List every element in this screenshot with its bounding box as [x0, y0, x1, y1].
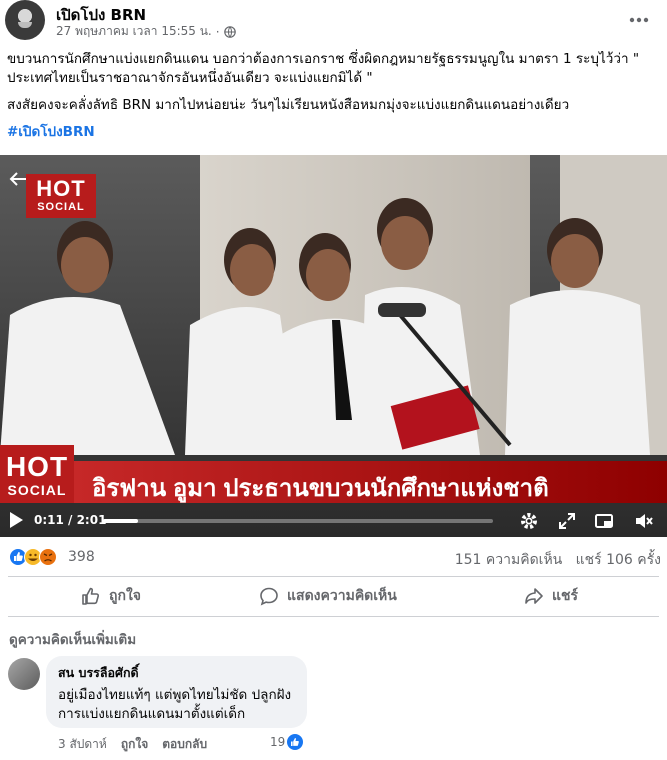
comment-bubble-icon — [260, 587, 278, 606]
post-header: เปิดโปง BRN 27 พฤษภาคม เวลา 15:55 น. · — [0, 0, 667, 44]
thumbs-up-icon — [82, 587, 100, 605]
post-paragraph: สงสัยคงจะคลั่งลัทธิ BRN มากไปหน่อยน่ะ วั… — [7, 97, 570, 113]
post-paragraph: ขบวนการนักศึกษาแบ่งแยกดินแดน บอกว่าต้องก… — [7, 51, 640, 86]
like-label: ถูกใจ — [109, 588, 141, 604]
meta-separator: · — [215, 24, 220, 39]
like-button[interactable]: ถูกใจ — [81, 582, 141, 610]
video-caption: อิรฟาน อูมา ประธานขบวนนักศึกษาแห่งชาติ — [92, 475, 549, 502]
logo-hot-text: HOT — [36, 176, 86, 201]
back-arrow-icon[interactable] — [8, 169, 28, 189]
commenter-avatar[interactable] — [8, 658, 40, 690]
comment-bubble: สน บรรลือศักดิ์ อยู่เมืองไทยแท้ๆ แต่พูดไ… — [46, 656, 307, 728]
reaction-count[interactable]: 398 — [68, 549, 95, 565]
video-controls: 0:11 / 2:01 — [0, 505, 667, 537]
comment-like-button[interactable]: ถูกใจ — [121, 735, 148, 754]
comment-like-count[interactable]: 19 — [270, 734, 304, 750]
share-count[interactable]: แชร์ 106 ครั้ง — [576, 552, 661, 568]
video-progress-bar[interactable] — [103, 519, 493, 523]
more-options-button[interactable] — [625, 6, 653, 34]
divider — [8, 576, 659, 577]
comment-button[interactable]: แสดงความคิดเห็น — [259, 582, 397, 610]
comment-reply-button[interactable]: ตอบกลับ — [162, 735, 207, 754]
comment-like-number: 19 — [270, 735, 286, 749]
engagement-bar: 398 151 ความคิดเห็น แชร์ 106 ครั้ง — [0, 540, 667, 574]
post-meta: 27 พฤษภาคม เวลา 15:55 น. · — [56, 22, 236, 41]
mute-icon[interactable] — [634, 511, 654, 531]
more-dots-icon — [629, 17, 649, 23]
video-time: 0:11 / 2:01 — [34, 513, 107, 527]
fullscreen-icon[interactable] — [557, 511, 577, 531]
picture-in-picture-icon[interactable] — [594, 511, 614, 531]
comment-count[interactable]: 151 ความคิดเห็น — [455, 552, 563, 568]
post-date[interactable]: 27 พฤษภาคม เวลา 15:55 น. — [56, 22, 212, 41]
comment-age[interactable]: 3 สัปดาห์ — [58, 735, 107, 754]
comment-author[interactable]: สน บรรลือศักดิ์ — [58, 663, 295, 683]
hot-social-logo: HOT SOCIAL — [26, 174, 96, 218]
comment-meta: 3 สัปดาห์ ถูกใจ ตอบกลับ — [58, 735, 207, 754]
divider — [8, 616, 659, 617]
share-arrow-icon — [525, 588, 543, 604]
post-stats: 151 ความคิดเห็น แชร์ 106 ครั้ง — [455, 549, 661, 571]
video-progress-fill — [103, 519, 139, 523]
share-label: แชร์ — [552, 588, 579, 604]
view-more-comments-link[interactable]: ดูความคิดเห็นเพิ่มเติม — [9, 628, 136, 650]
comment-label: แสดงความคิดเห็น — [287, 588, 397, 604]
globe-icon — [223, 25, 236, 38]
post-actions: ถูกใจ แสดงความคิดเห็น แชร์ — [0, 578, 667, 614]
settings-gear-icon[interactable] — [519, 511, 539, 531]
hashtag-link[interactable]: #เปิดโปงBRN — [7, 124, 95, 140]
hot-social-logo-bottom: HOT SOCIAL — [0, 445, 74, 503]
play-icon[interactable] — [8, 511, 24, 529]
like-badge-icon — [287, 734, 304, 750]
logo-hot-text: HOT — [5, 451, 69, 482]
share-button[interactable]: แชร์ — [524, 582, 578, 610]
logo-social-text: SOCIAL — [37, 201, 85, 213]
post-body: ขบวนการนักศึกษาแบ่งแยกดินแดน บอกว่าต้องก… — [7, 50, 662, 150]
reaction-icons[interactable] — [9, 548, 67, 566]
page-avatar[interactable] — [5, 0, 45, 40]
comment-text: อยู่เมืองไทยแท้ๆ แต่พูดไทยไม่ชัด ปลูกฝัง… — [58, 687, 292, 722]
logo-social-text: SOCIAL — [7, 482, 67, 498]
video-player[interactable]: HOT SOCIAL HOT SOCIAL อิรฟาน อูมา ประธาน… — [0, 155, 667, 537]
